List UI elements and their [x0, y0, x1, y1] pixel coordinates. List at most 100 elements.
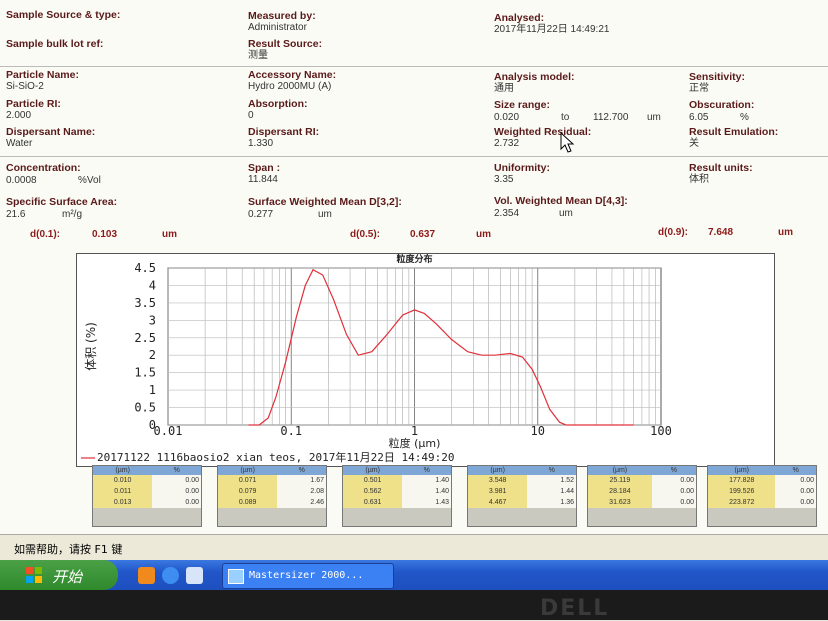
sample-lot-label: Sample bulk lot ref:: [6, 38, 103, 50]
y-tick-label: 4.5: [134, 261, 156, 275]
ssa-label: Specific Surface Area:: [6, 196, 117, 208]
measured-by-value: Administrator: [248, 22, 316, 34]
sample-lot-field: Sample bulk lot ref:: [6, 38, 103, 50]
size-cell: 0.501: [343, 475, 402, 486]
concentration-value: 0.0008: [6, 175, 37, 186]
table-header-cell: %: [402, 466, 451, 475]
weighted-residual-field: Weighted Residual: 2.732: [494, 126, 591, 150]
table-header-cell: (µm): [218, 466, 277, 475]
concentration-unit: %Vol: [78, 175, 101, 186]
percent-cell: 2.46: [277, 497, 326, 508]
percent-cell: 0.00: [652, 486, 696, 497]
span-label: Span :: [248, 162, 280, 174]
size-table: (µm)%0.0100.000.0110.000.0130.00: [92, 465, 202, 527]
show-desktop-icon[interactable]: [186, 567, 203, 584]
y-tick-label: 2.5: [134, 331, 156, 345]
size-cell: 223.872: [708, 497, 775, 508]
analysis-model-field: Analysis model: 通用: [494, 71, 575, 95]
table-row: 3.5481.52: [468, 475, 576, 486]
result-units-value: 体积: [689, 174, 753, 186]
table-row: 199.5260.00: [708, 486, 816, 497]
sample-source-label: Sample Source & type:: [6, 9, 120, 21]
d32-label: Surface Weighted Mean D[3,2]:: [248, 196, 402, 208]
table-header-cell: %: [527, 466, 576, 475]
table-row: 0.0792.08: [218, 486, 326, 497]
obscuration-unit: %: [740, 112, 749, 123]
percent-cell: 0.00: [775, 475, 816, 486]
d09-value: 7.648: [708, 227, 733, 238]
accessory-name-label: Accessory Name:: [248, 69, 336, 81]
dispersant-ri-label: Dispersant RI:: [248, 126, 319, 138]
size-cell: 25.119: [588, 475, 652, 486]
size-table-grid: (µm)%177.8280.00199.5260.00223.8720.00: [708, 466, 816, 508]
result-units-field: Result units: 体积: [689, 162, 753, 186]
analysed-field: Analysed: 2017年11月22日 14:49:21: [494, 12, 609, 36]
internet-explorer-icon[interactable]: [162, 567, 179, 584]
dispersant-ri-value: 1.330: [248, 138, 319, 150]
absorption-value: 0: [248, 110, 308, 122]
table-header-cell: (µm): [468, 466, 527, 475]
sample-source-field: Sample Source & type:: [6, 9, 120, 21]
y-tick-label: 1.5: [134, 366, 156, 380]
size-table: (µm)%0.5011.400.5621.400.6311.43: [342, 465, 452, 527]
size-range-to: 112.700: [593, 112, 628, 123]
table-row: 177.8280.00: [708, 475, 816, 486]
table-row: 0.5621.40: [343, 486, 451, 497]
percent-cell: 1.43: [402, 497, 451, 508]
table-header-row: (µm)%: [588, 466, 696, 475]
table-header-cell: (µm): [93, 466, 152, 475]
absorption-field: Absorption: 0: [248, 98, 308, 122]
ssa-unit: m²/g: [62, 209, 82, 220]
start-button[interactable]: 开始: [0, 560, 118, 590]
table-row: 223.8720.00: [708, 497, 816, 508]
quicklaunch-app-icon[interactable]: [138, 567, 155, 584]
d43-field: Vol. Weighted Mean D[4,3]:: [494, 195, 628, 207]
percent-cell: 1.44: [527, 486, 576, 497]
size-cell: 0.562: [343, 486, 402, 497]
help-text: 如需帮助，请按 F1 键: [14, 541, 122, 557]
size-cell: 3.981: [468, 486, 527, 497]
percent-cell: 2.08: [277, 486, 326, 497]
size-cell: 0.089: [218, 497, 277, 508]
size-cell: 28.184: [588, 486, 652, 497]
obscuration-label: Obscuration:: [689, 99, 754, 111]
d01-unit: um: [162, 229, 177, 240]
size-cell: 199.526: [708, 486, 775, 497]
separator: [0, 156, 828, 157]
particle-name-value: Si-SiO-2: [6, 81, 79, 93]
size-table: (µm)%25.1190.0028.1840.0031.6230.00: [587, 465, 697, 527]
x-tick-label: 100: [650, 424, 672, 438]
sensitivity-label: Sensitivity:: [689, 71, 745, 83]
size-range-from: 0.020: [494, 112, 519, 123]
table-header-cell: %: [652, 466, 696, 475]
measured-by-label: Measured by:: [248, 10, 316, 22]
d32-unit: um: [318, 209, 332, 220]
taskbar-item-mastersizer[interactable]: Mastersizer 2000...: [222, 563, 394, 589]
span-field: Span : 11.844: [248, 162, 280, 186]
size-cell: 177.828: [708, 475, 775, 486]
result-emulation-field: Result Emulation: 关: [689, 126, 778, 150]
table-header-cell: (µm): [343, 466, 402, 475]
analysis-model-label: Analysis model:: [494, 71, 575, 83]
table-row: 0.0711.67: [218, 475, 326, 486]
y-axis-label: 体积 (%): [84, 322, 98, 371]
y-tick-label: 4: [149, 278, 156, 292]
result-emulation-value: 关: [689, 138, 778, 150]
d32-field: Surface Weighted Mean D[3,2]:: [248, 196, 402, 208]
screen: Sample Source & type: Measured by: Admin…: [0, 0, 828, 590]
size-table-grid: (µm)%25.1190.0028.1840.0031.6230.00: [588, 466, 696, 508]
d01-label: d(0.1):: [30, 229, 60, 240]
obscuration-value: 6.05: [689, 112, 708, 123]
particle-name-field: Particle Name: Si-SiO-2: [6, 69, 79, 93]
span-value: 11.844: [248, 174, 280, 186]
size-cell: 0.010: [93, 475, 152, 486]
size-cell: 31.623: [588, 497, 652, 508]
d43-unit: um: [559, 208, 573, 219]
size-table-grid: (µm)%0.5011.400.5621.400.6311.43: [343, 466, 451, 508]
table-row: 25.1190.00: [588, 475, 696, 486]
percent-cell: 1.36: [527, 497, 576, 508]
table-header-cell: %: [277, 466, 326, 475]
percent-cell: 0.00: [775, 497, 816, 508]
table-row: 4.4671.36: [468, 497, 576, 508]
table-header-cell: (µm): [708, 466, 775, 475]
